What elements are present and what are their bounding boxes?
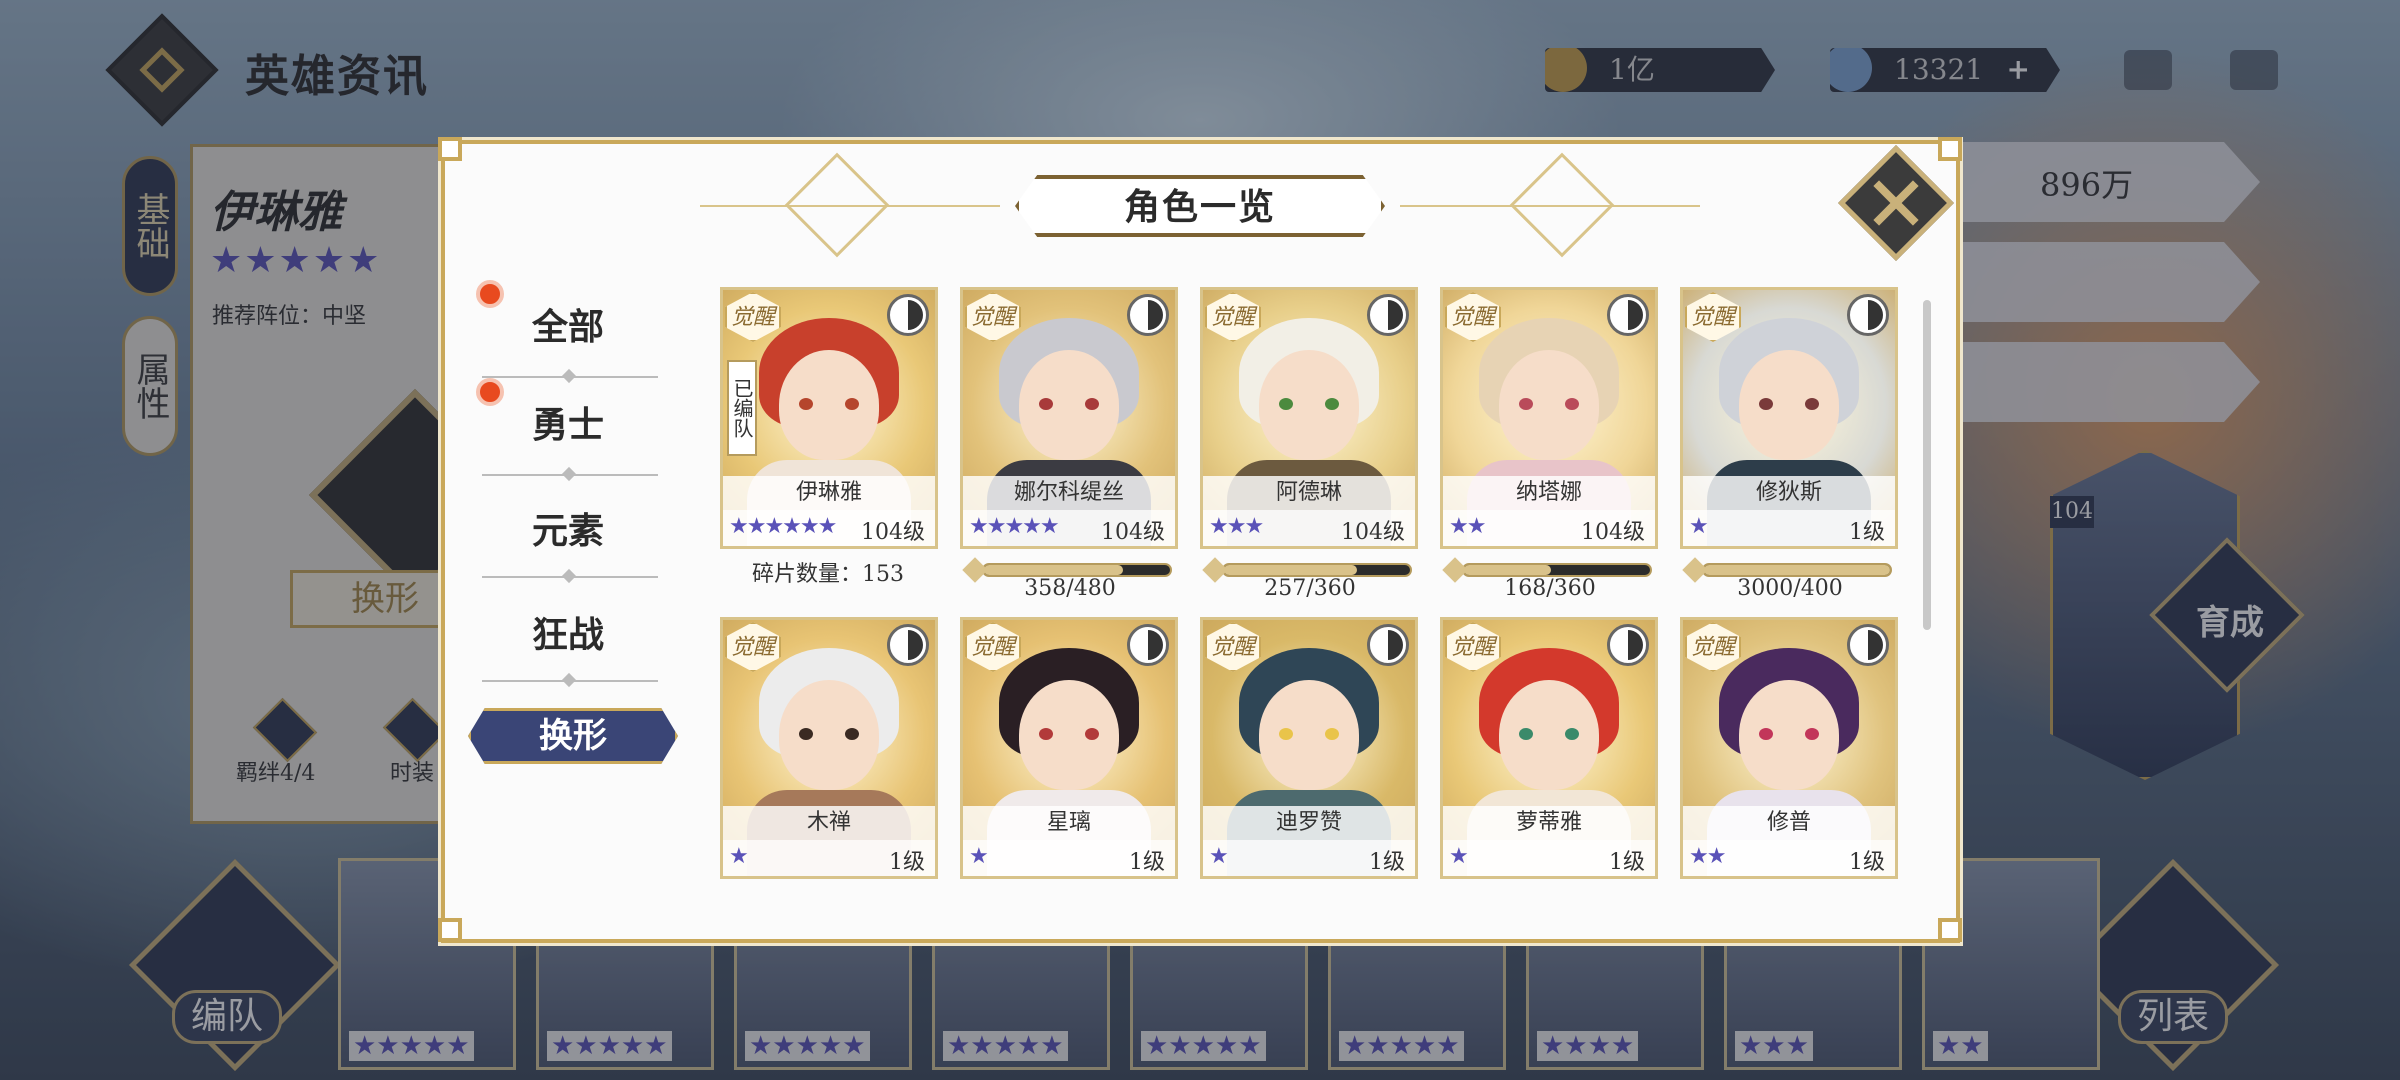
filter-all[interactable]: 全部 — [476, 280, 680, 350]
hero-card-name: 迪罗赞 — [1203, 806, 1415, 840]
faction-icon — [1607, 624, 1649, 666]
shard-progress-text: 358/480 — [1024, 576, 1116, 601]
filter-warrior[interactable]: 勇士 — [476, 378, 680, 448]
hero-card[interactable]: 觉醒 星璃 ★ 1级 — [960, 617, 1178, 879]
hero-card-level: 104级 — [1581, 520, 1645, 545]
divider — [482, 376, 658, 378]
hero-card-level: 1级 — [1849, 520, 1885, 545]
hero-card[interactable]: 觉醒 已编队 伊琳雅 ★★★★★★ 104级 — [720, 287, 938, 549]
hero-card[interactable]: 觉醒 娜尔科缇丝 ★★★★★ 104级 — [960, 287, 1178, 549]
hero-card-footer: ★★ 104级 — [1443, 510, 1655, 546]
hero-card[interactable]: 觉醒 修狄斯 ★ 1级 — [1680, 287, 1898, 549]
filter-label: 狂战 — [532, 614, 605, 656]
hero-card-name: 纳塔娜 — [1443, 476, 1655, 510]
faction-icon — [1607, 294, 1649, 336]
hero-card-footer: ★ 1级 — [1203, 840, 1415, 876]
hero-card-stars: ★ — [729, 844, 749, 869]
filter-label: 勇士 — [532, 404, 605, 446]
hero-card-level: 1级 — [1369, 850, 1405, 875]
notification-dot — [476, 378, 504, 406]
divider — [482, 680, 658, 682]
hero-card-footer: ★ 1级 — [1443, 840, 1655, 876]
faction-icon — [1367, 624, 1409, 666]
faction-icon — [1127, 624, 1169, 666]
faction-icon — [887, 294, 929, 336]
hero-card-level: 104级 — [1341, 520, 1405, 545]
in-team-tag: 已编队 — [727, 360, 757, 456]
hero-card-level: 104级 — [861, 520, 925, 545]
hero-card-footer: ★★ 1级 — [1683, 840, 1895, 876]
hero-card[interactable]: 觉醒 修普 ★★ 1级 — [1680, 617, 1898, 879]
hero-card-footer: ★★★ 104级 — [1203, 510, 1415, 546]
hero-card-name: 娜尔科缇丝 — [963, 476, 1175, 510]
faction-icon — [887, 624, 929, 666]
hero-card[interactable]: 觉醒 萝蒂雅 ★ 1级 — [1440, 617, 1658, 879]
dialog-title: 角色一览 — [1015, 175, 1385, 237]
filter-transform-tab[interactable]: 换形 — [468, 708, 678, 764]
divider — [482, 576, 658, 578]
hero-card[interactable]: 觉醒 迪罗赞 ★ 1级 — [1200, 617, 1418, 879]
hero-card-level: 1级 — [1609, 850, 1645, 875]
hero-card-name: 伊琳雅 — [723, 476, 935, 510]
notification-dot — [476, 280, 504, 308]
hero-card-stars: ★★★ — [1209, 514, 1264, 539]
shard-progress-text: 168/360 — [1504, 576, 1596, 601]
hero-card-name: 修普 — [1683, 806, 1895, 840]
hero-card-stars: ★★ — [1689, 844, 1726, 869]
hero-card-name: 阿德琳 — [1203, 476, 1415, 510]
hero-card-footer: ★★★★★ 104级 — [963, 510, 1175, 546]
shard-progress-bar — [982, 563, 1172, 577]
divider — [482, 474, 658, 476]
hero-card-name: 萝蒂雅 — [1443, 806, 1655, 840]
hero-card-footer: ★★★★★★ 104级 — [723, 510, 935, 546]
hero-card-level: 1级 — [1129, 850, 1165, 875]
shard-progress-text: 3000/400 — [1737, 576, 1843, 601]
hero-card-stars: ★ — [1449, 844, 1469, 869]
hero-card-name: 修狄斯 — [1683, 476, 1895, 510]
corner-ornament — [1938, 137, 1962, 161]
hero-card-level: 104级 — [1101, 520, 1165, 545]
filter-label: 元素 — [532, 510, 605, 552]
hero-card-stars: ★★★★★★ — [729, 514, 837, 539]
filter-element[interactable]: 元素 — [500, 494, 680, 554]
shard-progress-bar — [1702, 563, 1892, 577]
hero-card[interactable]: 觉醒 纳塔娜 ★★ 104级 — [1440, 287, 1658, 549]
faction-icon — [1127, 294, 1169, 336]
hero-card-stars: ★ — [969, 844, 989, 869]
faction-icon — [1847, 624, 1889, 666]
shard-progress-bar — [1222, 563, 1412, 577]
hero-card-footer: ★ 1级 — [723, 840, 935, 876]
hero-card-name: 星璃 — [963, 806, 1175, 840]
filter-berserker[interactable]: 狂战 — [500, 598, 680, 658]
faction-icon — [1367, 294, 1409, 336]
shard-progress-bar — [1462, 563, 1652, 577]
hero-card-name: 木禅 — [723, 806, 935, 840]
corner-ornament — [1938, 918, 1962, 942]
hero-card-level: 1级 — [1849, 850, 1885, 875]
scrollbar[interactable] — [1923, 300, 1931, 630]
hero-card-stars: ★★★★★ — [969, 514, 1060, 539]
hero-card-level: 1级 — [889, 850, 925, 875]
shard-count: 碎片数量：153 — [752, 562, 904, 587]
hero-card-footer: ★ 1级 — [1683, 510, 1895, 546]
hero-card-stars: ★ — [1689, 514, 1709, 539]
hero-card-stars: ★ — [1209, 844, 1229, 869]
shard-progress-text: 257/360 — [1264, 576, 1356, 601]
hero-card[interactable]: 觉醒 木禅 ★ 1级 — [720, 617, 938, 879]
filter-label: 全部 — [532, 306, 605, 348]
faction-icon — [1847, 294, 1889, 336]
hero-card[interactable]: 觉醒 阿德琳 ★★★ 104级 — [1200, 287, 1418, 549]
hero-card-stars: ★★ — [1449, 514, 1486, 539]
corner-ornament — [438, 137, 462, 161]
corner-ornament — [438, 918, 462, 942]
hero-card-footer: ★ 1级 — [963, 840, 1175, 876]
